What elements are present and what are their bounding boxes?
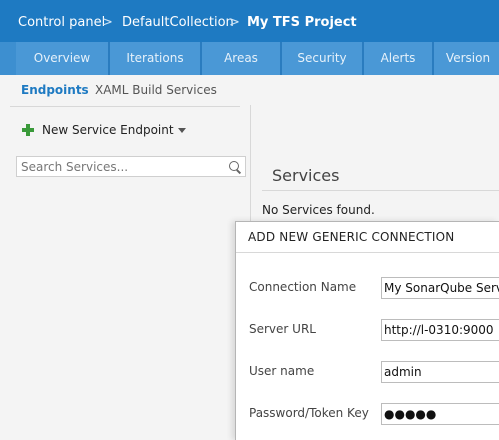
plus-icon [22,124,34,136]
top-bar: Control panel > DefaultCollection > My T… [0,0,499,42]
search-icon[interactable] [229,161,239,171]
add-connection-dialog: ADD NEW GENERIC CONNECTION Connection Na… [235,221,499,440]
breadcrumb-control-panel[interactable]: Control panel [18,15,105,30]
search-services-input[interactable] [17,157,221,176]
breadcrumb-separator: > [102,15,113,30]
divider [10,106,240,107]
caret-down-icon [177,127,186,133]
connection-name-label: Connection Name [249,280,357,294]
tab-bar: Overview Iterations Areas Security Alert… [0,42,499,75]
tab-alerts[interactable]: Alerts [364,42,434,75]
subnav-xaml-build-services[interactable]: XAML Build Services [95,83,217,97]
search-services-box [16,156,246,177]
divider [236,252,499,253]
user-name-input[interactable] [382,362,499,382]
new-service-endpoint-button[interactable]: New Service Endpoint [22,121,186,139]
subnav-endpoints[interactable]: Endpoints [21,83,89,97]
sub-navigation: Endpoints XAML Build Services [0,75,499,105]
divider [262,190,499,191]
new-service-endpoint-label: New Service Endpoint [42,123,174,137]
breadcrumb-project: My TFS Project [247,15,357,30]
breadcrumb-separator: > [229,15,240,30]
connection-name-input[interactable] [382,278,499,298]
password-field [381,403,499,425]
password-input[interactable] [382,404,499,424]
tab-version[interactable]: Version [434,42,499,75]
breadcrumb-default-collection[interactable]: DefaultCollection [122,15,234,30]
server-url-label: Server URL [249,322,316,336]
user-name-label: User name [249,364,315,378]
services-heading: Services [272,166,340,185]
tab-security[interactable]: Security [282,42,364,75]
connection-name-field [381,277,499,299]
tab-overview[interactable]: Overview [16,42,110,75]
no-services-message: No Services found. [262,203,375,217]
tab-areas[interactable]: Areas [202,42,282,75]
tab-iterations[interactable]: Iterations [110,42,202,75]
password-label: Password/Token Key [249,406,369,420]
user-name-field [381,361,499,383]
server-url-field [381,319,499,341]
dialog-title: ADD NEW GENERIC CONNECTION [248,230,455,244]
server-url-input[interactable] [382,320,499,340]
